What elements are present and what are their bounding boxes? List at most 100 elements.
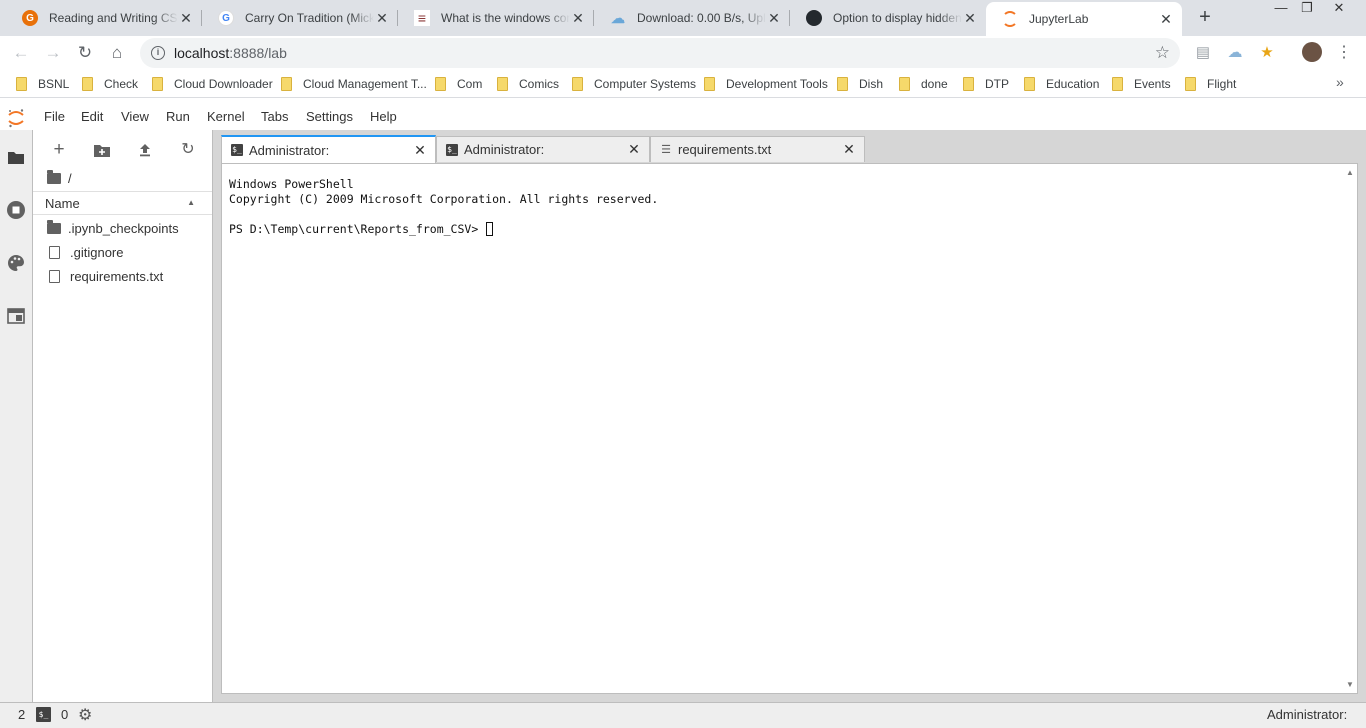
bookmark-folder[interactable]: BSNL xyxy=(16,75,69,93)
bookmark-label: Development Tools xyxy=(726,77,828,91)
bookmark-star-icon[interactable]: ☆ xyxy=(1155,43,1170,63)
running-sessions-stop-icon[interactable] xyxy=(5,199,27,221)
terminal-line: Windows PowerShell xyxy=(229,177,354,191)
browser-menu-icon[interactable]: ⋮ xyxy=(1336,42,1352,64)
file-icon xyxy=(49,269,60,283)
home-icon[interactable]: ⌂ xyxy=(106,42,128,64)
bookmark-folder[interactable]: Development Tools xyxy=(704,75,828,93)
terminal-scrollbar[interactable]: ▲ ▼ xyxy=(1343,164,1357,693)
bookmark-folder[interactable]: Computer Systems xyxy=(572,75,696,93)
browser-tab-5[interactable]: ● Option to display hidden files ✕ xyxy=(790,2,986,34)
sort-ascending-icon[interactable]: ▲ xyxy=(187,198,195,207)
back-arrow-icon[interactable]: ← xyxy=(10,42,32,64)
bookmark-folder[interactable]: Com xyxy=(435,75,482,93)
menu-help[interactable]: Help xyxy=(370,109,397,124)
new-folder-icon[interactable] xyxy=(91,140,113,160)
tab-favicon-icon: G xyxy=(218,10,234,26)
file-list-header[interactable]: Name ▲ xyxy=(33,191,212,215)
profile-avatar[interactable] xyxy=(1302,42,1322,62)
address-bar[interactable]: i localhost:8888/lab ☆ xyxy=(140,38,1180,68)
close-tab-icon[interactable]: ✕ xyxy=(374,10,390,27)
close-tab-icon[interactable]: ✕ xyxy=(842,141,856,158)
menu-settings[interactable]: Settings xyxy=(306,109,353,124)
bookmark-folder[interactable]: Dish xyxy=(837,75,883,93)
site-info-icon[interactable]: i xyxy=(151,46,165,60)
close-tab-icon[interactable]: ✕ xyxy=(570,10,586,27)
tab-terminal-1[interactable]: $_ Administrator: ✕ xyxy=(221,135,436,163)
extension-cloud-icon[interactable]: ☁ xyxy=(1225,43,1245,63)
text-file-icon: ☰ xyxy=(661,143,671,156)
tab-terminal-2[interactable]: $_ Administrator: ✕ xyxy=(436,136,650,162)
folder-icon xyxy=(899,77,910,91)
browser-tab-active[interactable]: ◔ JupyterLab ✕ xyxy=(986,2,1182,36)
bookmark-folder[interactable]: Comics xyxy=(497,75,559,93)
close-window-button[interactable]: ✕ xyxy=(1326,0,1352,20)
close-tab-icon[interactable]: ✕ xyxy=(627,141,641,158)
menu-file[interactable]: File xyxy=(44,109,65,124)
close-tab-icon[interactable]: ✕ xyxy=(766,10,782,27)
tab-requirements-txt[interactable]: ☰ requirements.txt ✕ xyxy=(650,136,865,162)
close-tab-icon[interactable]: ✕ xyxy=(178,10,194,27)
menu-kernel[interactable]: Kernel xyxy=(207,109,245,124)
new-launcher-plus-icon[interactable]: + xyxy=(48,140,70,160)
browser-tab-2[interactable]: G Carry On Tradition (Mick Box) ✕ xyxy=(202,2,398,34)
browser-tab-1[interactable]: G Reading and Writing CSV Files in Pytho… xyxy=(6,2,202,34)
bookmark-folder[interactable]: Flight xyxy=(1185,75,1236,93)
reload-icon[interactable]: ↻ xyxy=(74,42,96,64)
doc-tab-label: Administrator: xyxy=(464,142,545,157)
terminal-icon: $_ xyxy=(446,143,458,156)
terminal-icon[interactable]: $_ xyxy=(36,707,51,722)
bookmark-folder[interactable]: Cloud Downloader xyxy=(152,75,273,93)
new-tab-button[interactable]: + xyxy=(1194,7,1216,29)
browser-tab-3[interactable]: ≡ What is the windows command line ✕ xyxy=(398,2,594,34)
folder-icon xyxy=(572,77,583,91)
more-bookmarks-button[interactable]: » xyxy=(1336,74,1344,90)
terminal-panel[interactable]: Windows PowerShell Copyright (C) 2009 Mi… xyxy=(221,163,1358,694)
close-tab-icon[interactable]: ✕ xyxy=(413,142,427,159)
bookmark-folder[interactable]: Education xyxy=(1024,75,1099,93)
terminal-icon: $_ xyxy=(231,144,243,156)
file-list-item[interactable]: .ipynb_checkpoints xyxy=(47,218,179,238)
scroll-down-icon[interactable]: ▼ xyxy=(1346,680,1354,689)
close-tab-icon[interactable]: ✕ xyxy=(962,10,978,27)
upload-icon[interactable] xyxy=(134,140,156,160)
menu-view[interactable]: View xyxy=(121,109,149,124)
file-browser-folder-icon[interactable] xyxy=(5,146,27,168)
bookmark-folder[interactable]: done xyxy=(899,75,948,93)
kernels-count[interactable]: 0 xyxy=(61,707,68,722)
minimize-window-button[interactable]: — xyxy=(1268,0,1294,20)
forward-arrow-icon[interactable]: → xyxy=(42,42,64,64)
browser-tab-4[interactable]: ☁ Download: 0.00 B/s, Upload ✕ xyxy=(594,2,790,34)
terminals-count[interactable]: 2 xyxy=(18,707,25,722)
terminal-output[interactable]: Windows PowerShell Copyright (C) 2009 Mi… xyxy=(229,177,658,237)
kernel-gear-icon[interactable]: ⚙ xyxy=(78,705,92,725)
browser-tab-strip: G Reading and Writing CSV Files in Pytho… xyxy=(0,0,1366,36)
file-list-item[interactable]: .gitignore xyxy=(47,242,123,262)
tabs-panel-icon[interactable] xyxy=(5,305,27,327)
bookmark-folder[interactable]: Check xyxy=(82,75,138,93)
bookmark-folder[interactable]: DTP xyxy=(963,75,1009,93)
menu-tabs[interactable]: Tabs xyxy=(261,109,288,124)
url-text[interactable]: localhost:8888/lab xyxy=(174,45,287,61)
folder-icon[interactable] xyxy=(47,169,61,184)
restore-window-button[interactable]: ❐ xyxy=(1294,0,1320,20)
breadcrumb-path[interactable]: / xyxy=(68,171,72,186)
bookmark-folder[interactable]: Events xyxy=(1112,75,1171,93)
refresh-icon[interactable]: ↻ xyxy=(177,140,199,160)
file-list-item[interactable]: requirements.txt xyxy=(47,266,163,286)
jupyter-logo-icon xyxy=(8,109,24,128)
palette-icon[interactable] xyxy=(5,252,27,274)
bookmark-label: Com xyxy=(457,77,483,91)
scroll-up-icon[interactable]: ▲ xyxy=(1346,168,1354,177)
bookmark-label: done xyxy=(921,77,948,91)
extension-clipboard-icon[interactable]: ▤ xyxy=(1193,43,1213,63)
name-column-header[interactable]: Name xyxy=(45,196,80,211)
folder-icon xyxy=(1185,77,1196,91)
menu-run[interactable]: Run xyxy=(166,109,190,124)
main-dock-area: $_ Administrator: ✕ $_ Administrator: ✕ … xyxy=(213,130,1366,702)
close-tab-icon[interactable]: ✕ xyxy=(1158,11,1174,28)
bookmark-label: Education xyxy=(1046,77,1100,91)
menu-edit[interactable]: Edit xyxy=(81,109,103,124)
bookmark-folder[interactable]: Cloud Management T... xyxy=(281,75,427,93)
extension-star-icon[interactable]: ★ xyxy=(1257,43,1277,63)
